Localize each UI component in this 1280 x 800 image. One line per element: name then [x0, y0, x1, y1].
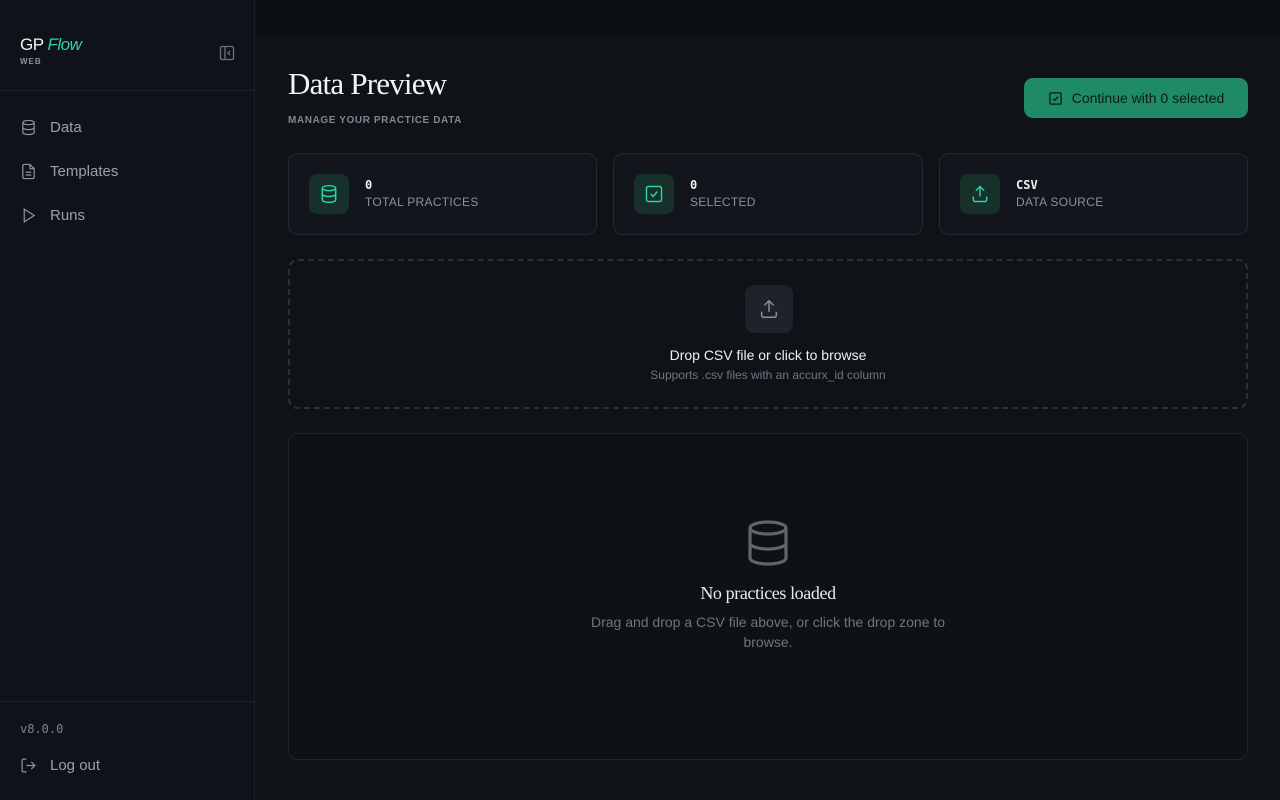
brand-logo: GP Flow WEB: [20, 35, 82, 66]
upload-icon: [972, 185, 988, 203]
page-subtitle: MANAGE YOUR PRACTICE DATA: [288, 115, 462, 126]
sidebar-item-label: Templates: [50, 162, 119, 180]
top-bar: [256, 0, 1280, 36]
stat-card-data-source: CSV DATA SOURCE: [939, 153, 1248, 235]
sidebar-item-label: Data: [50, 118, 82, 136]
log-out-icon: [21, 758, 36, 773]
brand-name: GP Flow: [20, 35, 82, 55]
empty-state-panel: No practices loaded Drag and drop a CSV …: [288, 433, 1248, 760]
database-icon: [22, 119, 35, 135]
stat-icon-box: [634, 174, 674, 214]
dropzone-title: Drop CSV file or click to browse: [669, 347, 867, 363]
sidebar-item-templates[interactable]: Templates: [0, 149, 255, 193]
stat-label: DATA SOURCE: [1016, 195, 1104, 209]
stat-label: SELECTED: [690, 195, 756, 209]
continue-button-label: Continue with 0 selected: [1071, 90, 1225, 106]
sidebar-bottom-divider: [0, 701, 255, 702]
sidebar-nav: Data Templates Runs: [0, 105, 255, 237]
stat-value: 0: [690, 178, 698, 192]
stat-icon-box: [309, 174, 349, 214]
brand-flow-text: Flow: [47, 35, 82, 54]
database-icon: [321, 184, 337, 204]
check-square-icon: [1048, 91, 1062, 105]
logout-label: Log out: [50, 757, 101, 774]
sidebar-item-label: Runs: [50, 206, 86, 224]
dropzone-subtitle: Supports .csv files with an accurx_id co…: [650, 368, 886, 382]
sidebar-divider: [0, 90, 255, 91]
stat-value: CSV: [1016, 178, 1038, 192]
dropzone-icon-box: [745, 285, 793, 333]
empty-state-text: Drag and drop a CSV file above, or click…: [590, 614, 946, 650]
database-icon: [748, 520, 788, 566]
sidebar-item-runs[interactable]: Runs: [0, 193, 255, 237]
collapse-sidebar-button[interactable]: [219, 45, 235, 61]
play-icon: [23, 207, 36, 223]
sidebar-item-data[interactable]: Data: [0, 105, 255, 149]
stat-label: TOTAL PRACTICES: [365, 195, 479, 209]
panel-left-icon: [219, 45, 235, 61]
file-text-icon: [22, 163, 35, 179]
logout-button[interactable]: Log out: [20, 757, 100, 774]
stat-value: 0: [365, 178, 373, 192]
version-label: v8.0.0: [20, 722, 64, 736]
brand-gp-text: GP: [20, 35, 44, 54]
stat-card-total-practices: 0 TOTAL PRACTICES: [288, 153, 597, 235]
continue-button[interactable]: Continue with 0 selected: [1024, 78, 1248, 118]
stat-icon-box: [960, 174, 1000, 214]
stat-card-selected: 0 SELECTED: [613, 153, 923, 235]
check-square-icon: [645, 185, 663, 203]
empty-state-title: No practices loaded: [700, 583, 836, 603]
csv-dropzone[interactable]: Drop CSV file or click to browse Support…: [288, 259, 1248, 409]
upload-icon: [760, 299, 778, 318]
brand-subtitle: WEB: [20, 57, 42, 66]
sidebar: GP Flow WEB Data Templates Runs v8.0.0 L…: [0, 0, 255, 800]
page-title: Data Preview: [288, 66, 447, 101]
